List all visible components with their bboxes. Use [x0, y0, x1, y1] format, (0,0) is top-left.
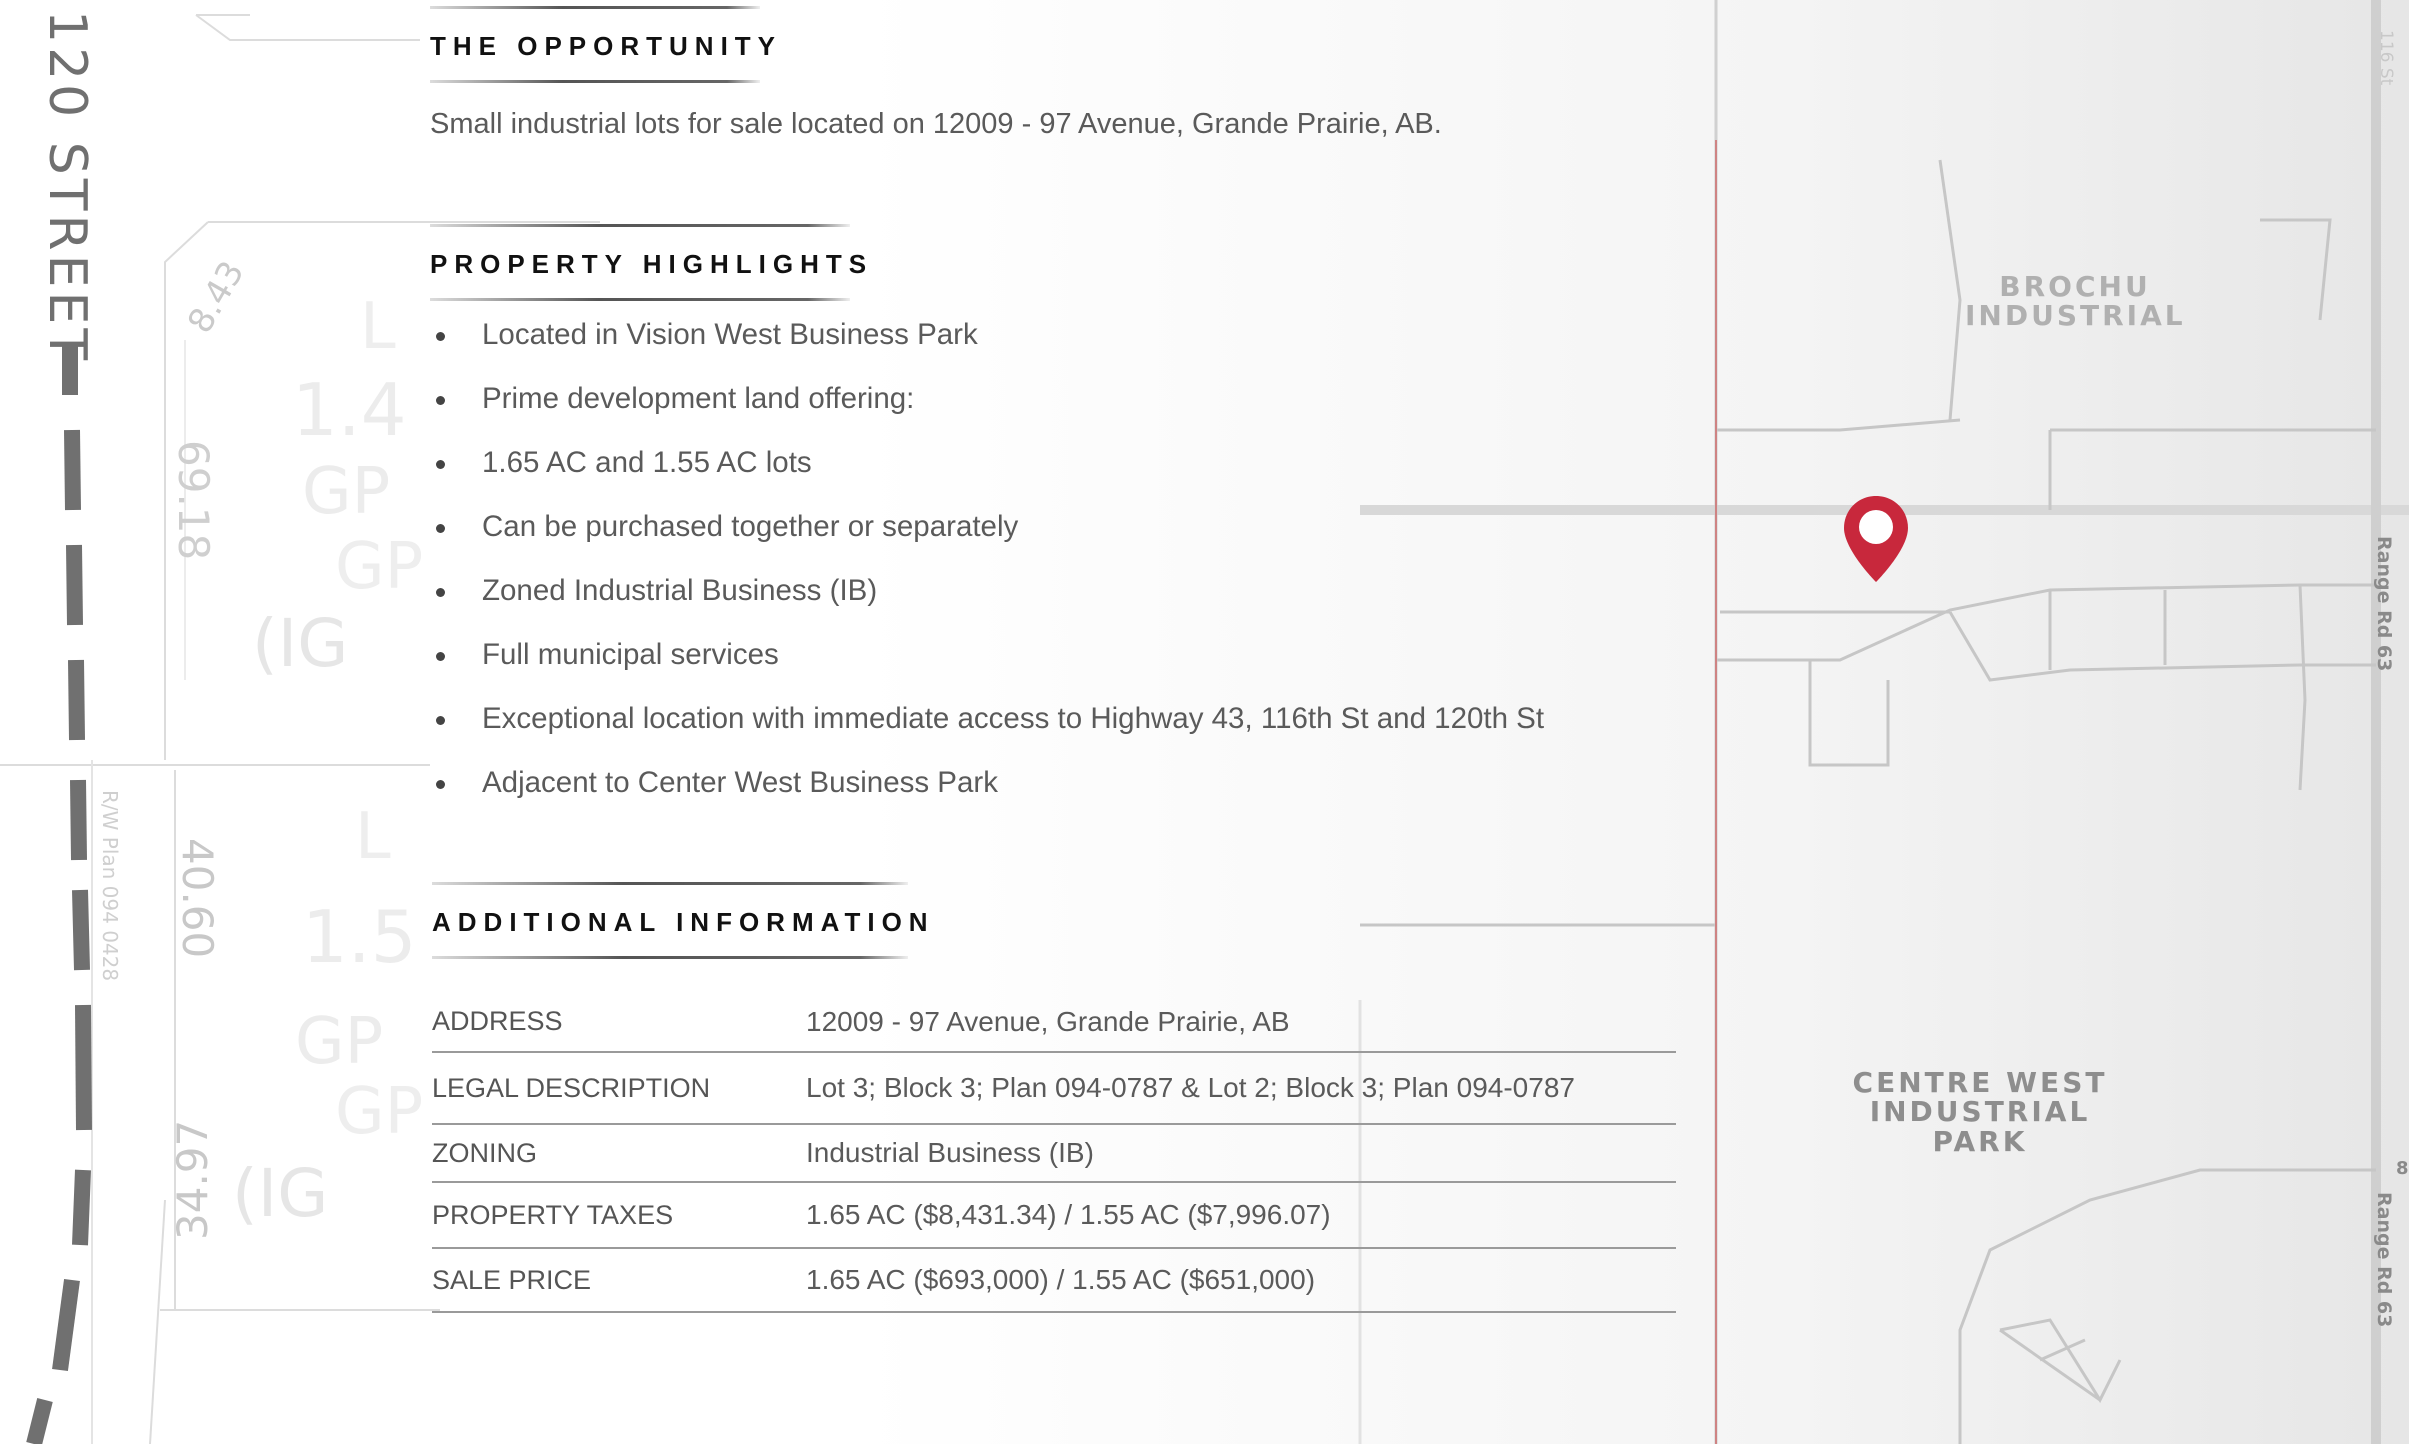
- road-label: 116 St: [2376, 30, 2396, 86]
- lot-area: 1.5: [302, 895, 417, 979]
- list-item-text: Prime development land offering:: [482, 382, 915, 415]
- table-label: PROPERTY TAXES: [432, 1199, 674, 1230]
- table-label: LEGAL DESCRIPTION: [432, 1072, 711, 1103]
- plan-rw-label: R/W Plan 094 0428: [98, 790, 122, 982]
- opportunity-text: Small industrial lots for sale located o…: [430, 108, 1442, 140]
- table-value: 12009 - 97 Avenue, Grande Prairie, AB: [806, 1005, 1290, 1037]
- table-row: LEGAL DESCRIPTION Lot 3; Block 3; Plan 0…: [432, 1052, 1676, 1124]
- title-rule: [430, 224, 850, 227]
- map-label-line: INDUSTRIAL: [1965, 299, 2186, 333]
- bullet-icon: [436, 716, 445, 725]
- lot-letter: L: [360, 290, 396, 364]
- bullet-icon: [436, 780, 445, 789]
- opportunity-title-block: THE OPPORTUNITY: [430, 6, 783, 83]
- list-item-text: Adjacent to Center West Business Park: [482, 766, 998, 799]
- highlights-list: Located in Vision West Business Park Pri…: [430, 318, 1544, 830]
- table-label: ZONING: [432, 1137, 537, 1168]
- list-item: Located in Vision West Business Park: [430, 318, 1544, 382]
- map-label-line: INDUSTRIAL PARK: [1869, 1095, 2091, 1158]
- map-label-line: BROCHU: [1999, 270, 2151, 303]
- additional-title-block: ADDITIONAL INFORMATION: [432, 882, 935, 959]
- additional-info-table: ADDRESS 12009 - 97 Avenue, Grande Prairi…: [432, 992, 1676, 1313]
- map-label-line: CENTRE WEST: [1852, 1066, 2108, 1099]
- road-label: Range Rd 63: [2373, 1192, 2395, 1328]
- list-item-text: Exceptional location with immediate acce…: [482, 702, 1545, 735]
- list-item-text: Can be purchased together or separately: [482, 510, 1019, 543]
- lot-letter: L: [355, 800, 391, 874]
- list-item: Adjacent to Center West Business Park: [430, 766, 1544, 830]
- lot-zone: GP: [335, 1075, 424, 1149]
- table-value: 1.65 AC ($8,431.34) / 1.55 AC ($7,996.07…: [806, 1199, 1331, 1230]
- road-label: Range Rd 63: [2373, 536, 2395, 672]
- table-row: ZONING Industrial Business (IB): [432, 1124, 1676, 1182]
- title-rule: [432, 882, 908, 885]
- section-title-additional: ADDITIONAL INFORMATION: [432, 907, 935, 937]
- title-rule: [430, 298, 850, 301]
- plan-dimension: 69.18: [169, 440, 218, 561]
- table-row: PROPERTY TAXES 1.65 AC ($8,431.34) / 1.5…: [432, 1182, 1676, 1248]
- table-label: SALE PRICE: [432, 1264, 592, 1295]
- list-item-text: Located in Vision West Business Park: [482, 318, 978, 351]
- location-pin-icon: [1844, 496, 1908, 582]
- plan-dimension: 34.97: [168, 1119, 217, 1240]
- map-label-centre-west: CENTRE WEST INDUSTRIAL PARK: [1820, 1068, 2140, 1156]
- map-label-brochu: BROCHU INDUSTRIAL: [1965, 272, 2185, 331]
- title-rule: [432, 956, 908, 959]
- highlights-title-block: PROPERTY HIGHLIGHTS: [430, 224, 874, 301]
- lot-area: 1.4: [292, 368, 407, 452]
- list-item-text: 1.65 AC and 1.55 AC lots: [482, 446, 812, 479]
- lot-zone: GP: [302, 455, 391, 529]
- title-rule: [430, 6, 760, 9]
- plan-dimension: 40.60: [173, 838, 222, 959]
- bullet-icon: [436, 460, 445, 469]
- table-value: Lot 3; Block 3; Plan 094-0787 & Lot 2; B…: [806, 1072, 1575, 1103]
- lot-zoning: (IG: [252, 605, 349, 682]
- bullet-icon: [436, 332, 445, 341]
- table-row: ADDRESS 12009 - 97 Avenue, Grande Prairi…: [432, 992, 1676, 1052]
- lot-zone: GP: [335, 530, 424, 604]
- street-label: 120 STREET: [37, 10, 97, 365]
- table-row: SALE PRICE 1.65 AC ($693,000) / 1.55 AC …: [432, 1248, 1676, 1312]
- list-item: 1.65 AC and 1.55 AC lots: [430, 446, 1544, 510]
- section-title-opportunity: THE OPPORTUNITY: [430, 31, 783, 61]
- list-item: Exceptional location with immediate acce…: [430, 702, 1544, 766]
- bullet-icon: [436, 652, 445, 661]
- section-title-highlights: PROPERTY HIGHLIGHTS: [430, 249, 874, 279]
- list-item: Prime development land offering:: [430, 382, 1544, 446]
- bullet-icon: [436, 588, 445, 597]
- list-item-text: Full municipal services: [482, 638, 779, 671]
- table-label: ADDRESS: [432, 1006, 563, 1036]
- table-value: 1.65 AC ($693,000) / 1.55 AC ($651,000): [806, 1264, 1316, 1295]
- list-item: Can be purchased together or separately: [430, 510, 1544, 574]
- table-value: Industrial Business (IB): [806, 1137, 1094, 1168]
- bullet-icon: [436, 524, 445, 533]
- lot-zoning: (IG: [232, 1155, 329, 1232]
- list-item: Full municipal services: [430, 638, 1544, 702]
- bullet-icon: [436, 396, 445, 405]
- lot-zone: GP: [295, 1005, 384, 1079]
- title-rule: [430, 80, 760, 83]
- list-item: Zoned Industrial Business (IB): [430, 574, 1544, 638]
- list-item-text: Zoned Industrial Business (IB): [482, 574, 878, 607]
- road-label: 8: [2396, 1158, 2409, 1179]
